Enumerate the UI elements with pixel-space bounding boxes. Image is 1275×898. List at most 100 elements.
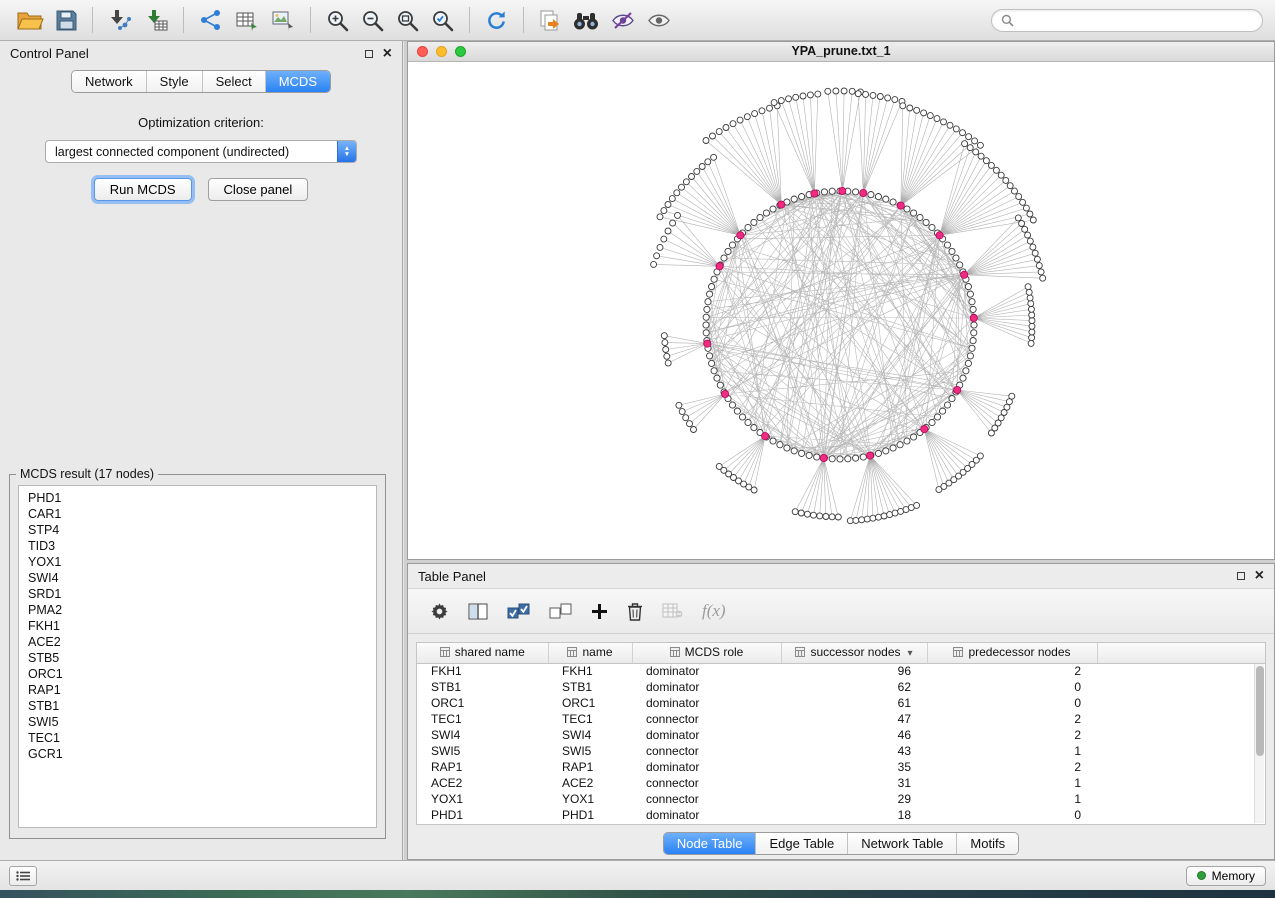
table-tab-network-table[interactable]: Network Table — [847, 833, 956, 854]
zoom-in-button[interactable] — [321, 7, 354, 34]
tab-mcds[interactable]: MCDS — [265, 71, 330, 92]
table-cell[interactable]: ORC1 — [548, 695, 632, 711]
table-cell[interactable]: YOX1 — [548, 791, 632, 807]
show-all-button[interactable] — [642, 9, 676, 32]
close-window-icon[interactable] — [417, 46, 428, 57]
table-cell[interactable]: 31 — [781, 775, 927, 791]
table-row[interactable]: STB1STB1dominator620 — [417, 679, 1265, 695]
table-cell[interactable]: PHD1 — [417, 807, 548, 823]
float-panel-icon[interactable] — [365, 50, 373, 58]
table-cell[interactable]: 61 — [781, 695, 927, 711]
result-node[interactable]: STB5 — [28, 650, 367, 666]
delete-table-button[interactable] — [662, 603, 683, 619]
maximize-window-icon[interactable] — [455, 46, 466, 57]
result-node[interactable]: FKH1 — [28, 618, 367, 634]
table-tab-edge-table[interactable]: Edge Table — [755, 833, 847, 854]
result-node[interactable]: SRD1 — [28, 586, 367, 602]
column-header-shared-name[interactable]: shared name — [417, 643, 548, 663]
result-node[interactable]: SWI4 — [28, 570, 367, 586]
table-cell[interactable]: PHD1 — [548, 807, 632, 823]
table-row[interactable]: ORC1ORC1dominator610 — [417, 695, 1265, 711]
import-table-button[interactable] — [139, 7, 173, 33]
table-cell[interactable]: 0 — [927, 807, 1097, 823]
table-cell[interactable]: connector — [632, 743, 781, 759]
new-table-button[interactable] — [230, 7, 264, 33]
close-panel-icon[interactable]: × — [383, 46, 392, 62]
import-network-button[interactable] — [103, 7, 137, 33]
show-columns-button[interactable] — [468, 603, 488, 620]
table-cell[interactable]: dominator — [632, 679, 781, 695]
table-cell[interactable]: dominator — [632, 807, 781, 823]
result-node[interactable]: ACE2 — [28, 634, 367, 650]
table-row[interactable]: SWI5SWI5connector431 — [417, 743, 1265, 759]
new-network-button[interactable] — [194, 7, 228, 33]
table-cell[interactable]: 18 — [781, 807, 927, 823]
table-cell[interactable]: 62 — [781, 679, 927, 695]
table-cell[interactable]: FKH1 — [417, 663, 548, 679]
table-cell[interactable]: SWI5 — [417, 743, 548, 759]
tab-select[interactable]: Select — [202, 71, 265, 92]
table-scrollbar[interactable] — [1254, 664, 1264, 823]
table-cell[interactable]: dominator — [632, 759, 781, 775]
table-cell[interactable]: STB1 — [417, 679, 548, 695]
table-cell[interactable]: 2 — [927, 663, 1097, 679]
table-row[interactable]: YOX1YOX1connector291 — [417, 791, 1265, 807]
table-row[interactable]: TEC1TEC1connector472 — [417, 711, 1265, 727]
result-node[interactable]: TEC1 — [28, 730, 367, 746]
table-cell[interactable]: SWI4 — [417, 727, 548, 743]
result-node[interactable]: ORC1 — [28, 666, 367, 682]
table-cell[interactable]: RAP1 — [417, 759, 548, 775]
result-node[interactable]: STB1 — [28, 698, 367, 714]
table-cell[interactable]: SWI4 — [548, 727, 632, 743]
table-cell[interactable]: 2 — [927, 727, 1097, 743]
table-cell[interactable]: 46 — [781, 727, 927, 743]
table-settings-button[interactable] — [430, 602, 449, 621]
table-row[interactable]: PHD1PHD1dominator180 — [417, 807, 1265, 823]
tab-network[interactable]: Network — [72, 71, 146, 92]
function-builder-button[interactable]: f(x) — [702, 601, 726, 621]
table-row[interactable]: RAP1RAP1dominator352 — [417, 759, 1265, 775]
column-header-name[interactable]: name — [548, 643, 632, 663]
open-file-button[interactable] — [12, 8, 49, 33]
table-cell[interactable]: 29 — [781, 791, 927, 807]
table-cell[interactable]: STB1 — [548, 679, 632, 695]
result-node[interactable]: CAR1 — [28, 506, 367, 522]
result-node[interactable]: STP4 — [28, 522, 367, 538]
result-node[interactable]: GCR1 — [28, 746, 367, 762]
zoom-fit-button[interactable] — [391, 7, 424, 34]
table-cell[interactable]: dominator — [632, 727, 781, 743]
table-tab-motifs[interactable]: Motifs — [956, 833, 1018, 854]
table-cell[interactable]: TEC1 — [417, 711, 548, 727]
result-node[interactable]: YOX1 — [28, 554, 367, 570]
table-cell[interactable]: SWI5 — [548, 743, 632, 759]
zoom-out-button[interactable] — [356, 7, 389, 34]
hide-selected-button[interactable] — [606, 9, 640, 32]
table-cell[interactable]: ORC1 — [417, 695, 548, 711]
table-cell[interactable]: connector — [632, 791, 781, 807]
result-node[interactable]: RAP1 — [28, 682, 367, 698]
result-node[interactable]: PMA2 — [28, 602, 367, 618]
result-node[interactable]: TID3 — [28, 538, 367, 554]
export-image-button[interactable] — [266, 7, 300, 33]
search-field[interactable] — [991, 9, 1263, 32]
table-tab-node-table[interactable]: Node Table — [664, 833, 756, 854]
table-row[interactable]: FKH1FKH1dominator962 — [417, 663, 1265, 679]
run-mcds-button[interactable]: Run MCDS — [94, 178, 192, 201]
table-cell[interactable]: 2 — [927, 711, 1097, 727]
result-node[interactable]: PHD1 — [28, 490, 367, 506]
table-cell[interactable]: dominator — [632, 695, 781, 711]
table-cell[interactable]: 1 — [927, 791, 1097, 807]
task-history-button[interactable] — [9, 866, 37, 886]
column-header-successor-nodes[interactable]: successor nodes▾ — [781, 643, 927, 663]
table-cell[interactable]: connector — [632, 775, 781, 791]
table-cell[interactable]: dominator — [632, 663, 781, 679]
table-cell[interactable]: connector — [632, 711, 781, 727]
table-cell[interactable]: 1 — [927, 775, 1097, 791]
close-panel-button[interactable]: Close panel — [208, 178, 309, 201]
table-cell[interactable]: 1 — [927, 743, 1097, 759]
table-row[interactable]: ACE2ACE2connector311 — [417, 775, 1265, 791]
refresh-view-button[interactable] — [480, 7, 513, 34]
column-header-mcds-role[interactable]: MCDS role — [632, 643, 781, 663]
search-input[interactable] — [1019, 13, 1253, 27]
zoom-selected-button[interactable] — [426, 7, 459, 34]
